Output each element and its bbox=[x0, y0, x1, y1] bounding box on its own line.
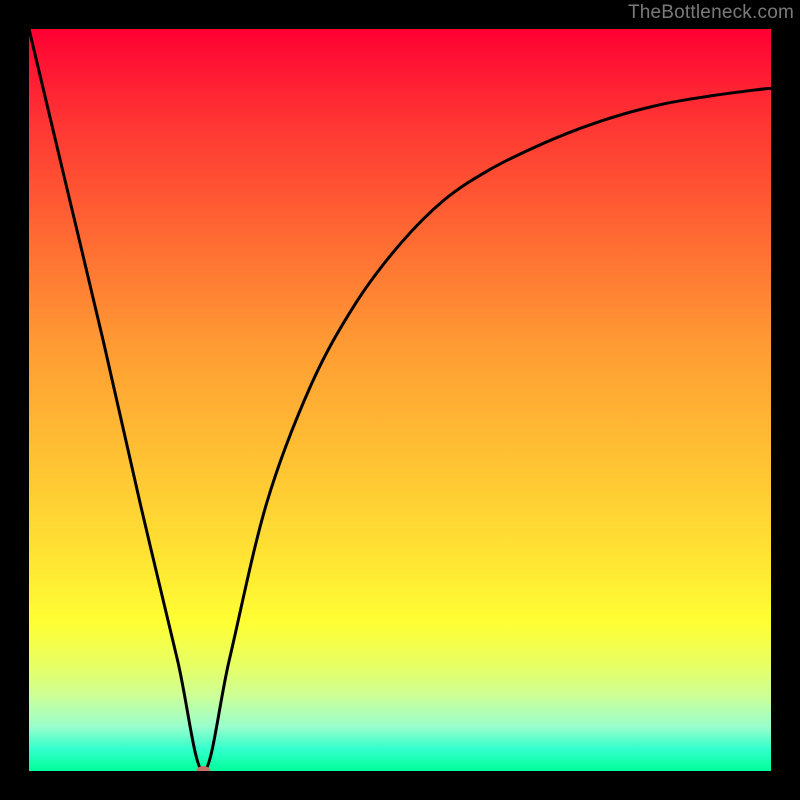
watermark-text: TheBottleneck.com bbox=[628, 2, 794, 24]
plot-area bbox=[29, 29, 771, 771]
chart-frame: TheBottleneck.com bbox=[0, 0, 800, 800]
